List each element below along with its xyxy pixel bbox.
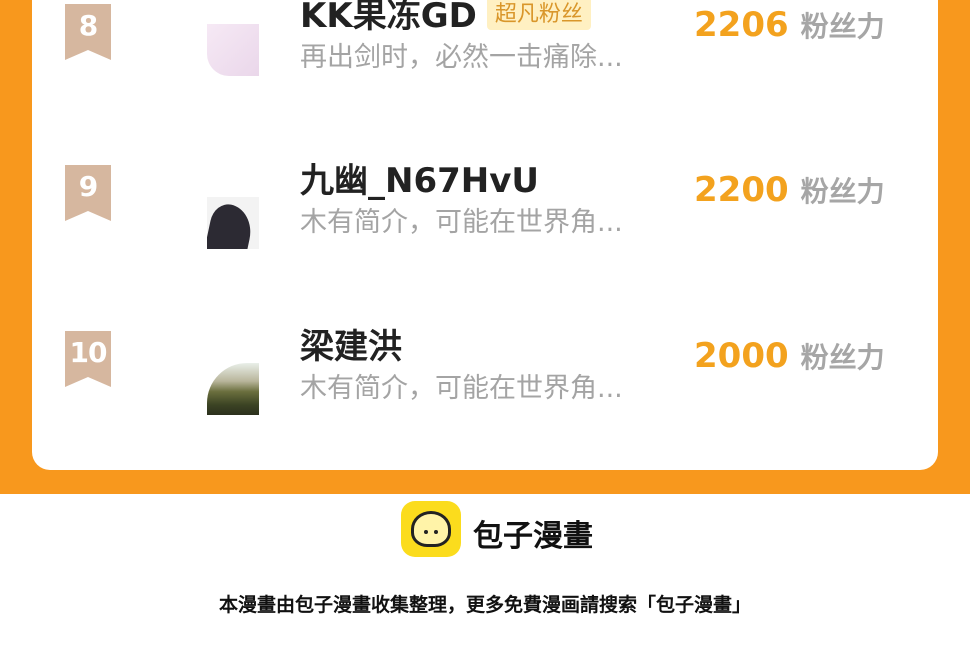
rank-number: 10 — [69, 336, 108, 369]
name-line: 梁建洪 — [300, 319, 402, 368]
score-block: 2206 粉丝力 — [694, 5, 885, 45]
baozi-logo-icon — [401, 501, 461, 557]
name-line: 九幽_N67HvU — [300, 153, 539, 202]
rank-number: 9 — [78, 170, 98, 203]
ranking-row[interactable]: 9 九幽_N67HvU 木有简介，可能在世界角... 2200 粉丝力 — [32, 161, 938, 275]
rank-badge: 9 — [65, 165, 111, 221]
user-bio: 木有简介，可能在世界角... — [300, 373, 623, 404]
avatar-figure — [207, 201, 256, 249]
avatar[interactable] — [207, 24, 259, 76]
bun-icon — [411, 511, 451, 547]
user-name[interactable]: KK果冻GD — [300, 0, 477, 37]
ranking-card: 8 KK果冻GD 超凡粉丝 再出剑时，必然一击痛除... 2206 粉丝力 9 — [32, 0, 938, 470]
fan-power-score: 2206 — [694, 5, 789, 45]
ranking-row[interactable]: 8 KK果冻GD 超凡粉丝 再出剑时，必然一击痛除... 2206 粉丝力 — [32, 0, 938, 110]
rank-badge: 8 — [65, 4, 111, 60]
user-name[interactable]: 九幽_N67HvU — [300, 153, 539, 202]
score-block: 2200 粉丝力 — [694, 170, 885, 210]
footer-brand: 包子漫畫 — [473, 519, 593, 554]
ranking-frame: 8 KK果冻GD 超凡粉丝 再出剑时，必然一击痛除... 2206 粉丝力 9 — [0, 0, 970, 494]
user-bio: 再出剑时，必然一击痛除... — [300, 42, 623, 73]
rank-number: 8 — [78, 9, 98, 42]
user-bio: 木有简介，可能在世界角... — [300, 207, 623, 238]
avatar[interactable] — [207, 197, 259, 249]
user-name[interactable]: 梁建洪 — [300, 319, 402, 368]
name-line: KK果冻GD 超凡粉丝 — [300, 0, 591, 37]
avatar[interactable] — [207, 363, 259, 415]
fan-level-badge: 超凡粉丝 — [486, 0, 591, 30]
score-block: 2000 粉丝力 — [694, 336, 885, 376]
ranking-row[interactable]: 10 梁建洪 木有简介，可能在世界角... 2000 粉丝力 — [32, 327, 938, 441]
fan-power-score: 2200 — [694, 170, 789, 210]
fan-power-score: 2000 — [694, 336, 789, 376]
footer-note: 本漫畫由包子漫畫收集整理，更多免費漫画請搜索「包子漫畫」 — [218, 594, 751, 616]
page: 8 KK果冻GD 超凡粉丝 再出剑时，必然一击痛除... 2206 粉丝力 9 — [0, 0, 970, 654]
fan-power-unit: 粉丝力 — [800, 341, 885, 374]
rank-badge: 10 — [65, 331, 111, 387]
fan-power-unit: 粉丝力 — [800, 10, 885, 43]
fan-power-unit: 粉丝力 — [800, 175, 885, 208]
